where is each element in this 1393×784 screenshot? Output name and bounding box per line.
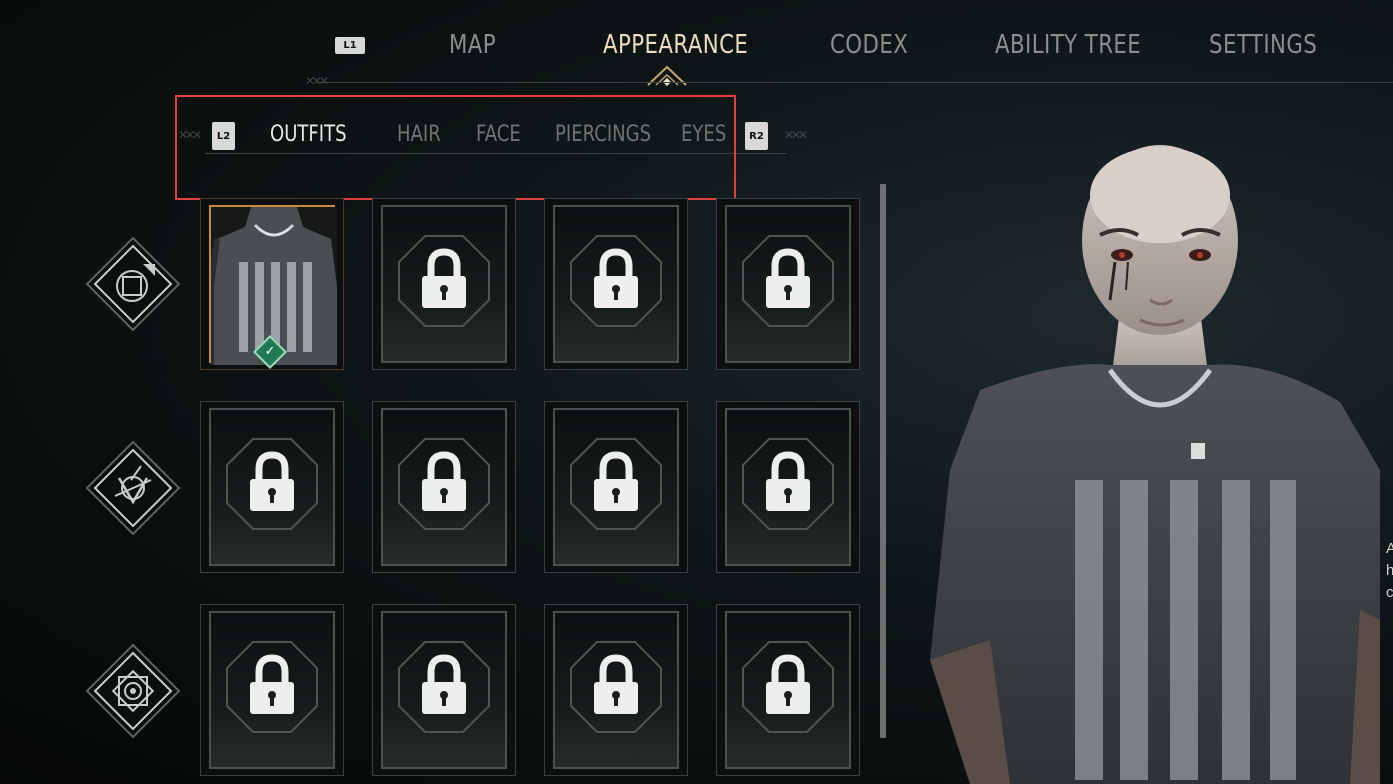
lock-icon — [398, 641, 490, 733]
outfit-slot-equipped[interactable]: ✓ — [200, 198, 344, 370]
outfit-slot-locked[interactable] — [544, 401, 688, 573]
outfit-slot-locked[interactable] — [544, 198, 688, 370]
outfit-slot-locked[interactable] — [716, 198, 860, 370]
character-preview[interactable] — [910, 140, 1380, 784]
nav-ornament-icon: ✕✕✕ — [305, 74, 329, 88]
tab-codex[interactable]: CODEX — [830, 30, 908, 64]
lock-icon — [398, 438, 490, 530]
category-square-emblem-icon[interactable] — [85, 236, 181, 332]
tab-ability-tree[interactable]: ABILITY TREE — [995, 30, 1141, 64]
sub-nav-right-ornament-icon: ✕✕✕ — [784, 128, 808, 142]
outfit-slot-locked[interactable] — [372, 604, 516, 776]
lock-icon — [742, 438, 834, 530]
outfit-slot-locked[interactable] — [200, 604, 344, 776]
lock-icon — [570, 235, 662, 327]
top-nav-divider — [315, 82, 1393, 83]
r2-button-glyph[interactable]: R2 — [745, 122, 768, 150]
outfit-slot-locked[interactable] — [200, 401, 344, 573]
category-rune-triangle-icon[interactable] — [85, 440, 181, 536]
grid-scrollbar[interactable] — [880, 184, 886, 738]
category-star-emblem-icon[interactable] — [85, 643, 181, 739]
sub-nav-highlight-box — [175, 95, 736, 200]
lock-icon — [570, 641, 662, 733]
lock-icon — [226, 641, 318, 733]
check-icon: ✓ — [264, 344, 276, 359]
edge-text-line: c — [1386, 584, 1393, 601]
tab-appearance[interactable]: APPEARANCE — [603, 30, 748, 64]
outfit-slot-locked[interactable] — [716, 401, 860, 573]
outfit-slot-locked[interactable] — [372, 401, 516, 573]
lock-icon — [742, 641, 834, 733]
outfit-slot-locked[interactable] — [716, 604, 860, 776]
lock-icon — [226, 438, 318, 530]
tab-map[interactable]: MAP — [449, 30, 496, 64]
edge-text-line: A — [1386, 540, 1393, 557]
outfit-slot-locked[interactable] — [372, 198, 516, 370]
lock-icon — [570, 438, 662, 530]
l1-button-glyph[interactable]: L1 — [335, 37, 365, 54]
description-text-edge: A h c — [1386, 538, 1393, 604]
lock-icon — [742, 235, 834, 327]
tab-settings[interactable]: SETTINGS — [1209, 30, 1317, 64]
top-navigation: L1 MAP APPEARANCE CODEX ABILITY TREE SET… — [0, 0, 1393, 88]
lock-icon — [398, 235, 490, 327]
edge-text-line: h — [1386, 562, 1393, 579]
outfit-slot-locked[interactable] — [544, 604, 688, 776]
